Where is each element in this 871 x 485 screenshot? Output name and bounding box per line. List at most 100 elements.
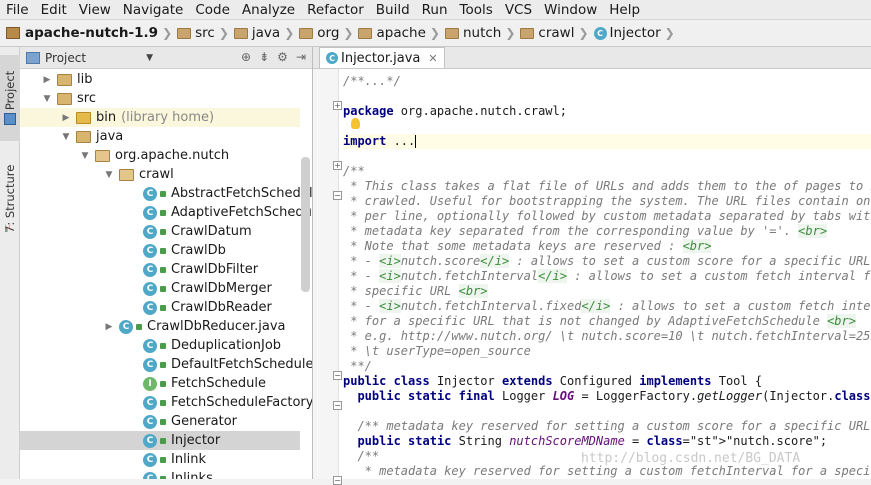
fold-expand-icon[interactable]: + bbox=[333, 101, 342, 110]
breadcrumb-item-org[interactable]: org ❯ bbox=[299, 25, 356, 41]
code-area[interactable]: /**...*/ package org.apache.nutch.crawl; i… bbox=[343, 70, 871, 480]
collapse-arrow-icon[interactable]: ▼ bbox=[80, 151, 90, 161]
tree-item-deduplicationjob[interactable]: C DeduplicationJob bbox=[20, 336, 300, 355]
menu-item-navigate[interactable]: Navigate bbox=[117, 0, 190, 20]
expand-arrow-icon[interactable]: ▶ bbox=[104, 322, 114, 332]
code-line[interactable]: package org.apache.nutch.crawl; bbox=[343, 104, 567, 119]
tree-item-crawldbfilter[interactable]: C CrawlDbFilter bbox=[20, 260, 300, 279]
menu-item-tools[interactable]: Tools bbox=[454, 0, 499, 20]
menu-item-window[interactable]: Window bbox=[538, 0, 603, 20]
code-line[interactable]: /** bbox=[343, 449, 379, 464]
breadcrumb-item-crawl[interactable]: crawl ❯ bbox=[520, 25, 591, 41]
code-line[interactable]: **/ bbox=[343, 359, 372, 374]
project-scrollbar[interactable] bbox=[301, 157, 310, 292]
collapse-arrow-icon[interactable]: ▼ bbox=[61, 132, 71, 142]
fold-collapse-icon[interactable]: − bbox=[333, 401, 342, 410]
menu-item-run[interactable]: Run bbox=[416, 0, 454, 20]
tree-item-abstractfetchschedule[interactable]: C AbstractFetchSchedule bbox=[20, 184, 312, 203]
code-line[interactable]: * - <i>nutch.fetchInterval</i> : allows … bbox=[343, 269, 871, 284]
tree-item-inlinks[interactable]: C Inlinks bbox=[20, 469, 300, 479]
code-line[interactable]: import ... bbox=[343, 134, 871, 149]
code-line[interactable]: * metadata key separated from the corres… bbox=[343, 224, 828, 239]
code-line[interactable]: * e.g. http://www.nutch.org/ \t nutch.sc… bbox=[343, 329, 871, 344]
fold-collapse-icon[interactable]: − bbox=[333, 371, 342, 380]
editor-tabs: C Injector.java ✕ bbox=[313, 47, 871, 69]
tree-item-adaptivefetchschedule[interactable]: C AdaptiveFetchSchedule bbox=[20, 203, 312, 222]
menu-item-edit[interactable]: Edit bbox=[35, 0, 73, 20]
code-line[interactable]: /** bbox=[343, 164, 365, 179]
left-tool-strip: 1: Project 7: Structure ⑂ bbox=[0, 47, 20, 479]
menu-item-build[interactable]: Build bbox=[370, 0, 416, 20]
close-icon[interactable]: ✕ bbox=[428, 52, 437, 65]
code-line[interactable]: * This class takes a flat file of URLs a… bbox=[343, 179, 871, 194]
tree-item-defaultfetchschedule[interactable]: C DefaultFetchSchedule bbox=[20, 355, 312, 374]
module-folder-icon bbox=[6, 27, 20, 39]
access-lock-icon bbox=[160, 475, 166, 479]
code-line[interactable]: public class Injector extends Configured… bbox=[343, 374, 762, 389]
menu-item-refactor[interactable]: Refactor bbox=[301, 0, 370, 20]
tree-item-crawldbreader[interactable]: C CrawlDbReader bbox=[20, 298, 300, 317]
expand-arrow-icon[interactable]: ▶ bbox=[42, 75, 52, 85]
breadcrumb-item-injector[interactable]: C Injector ❯ bbox=[593, 25, 678, 41]
tree-item-java[interactable]: ▼ java bbox=[20, 127, 300, 146]
breadcrumb-item-src[interactable]: src ❯ bbox=[177, 25, 232, 41]
code-line[interactable]: * \t userType=open_source bbox=[343, 344, 531, 359]
code-line[interactable]: * for a specific URL that is not changed… bbox=[343, 314, 856, 329]
menu-item-view[interactable]: View bbox=[73, 0, 117, 20]
code-line[interactable]: * per line, optionally followed by custo… bbox=[343, 209, 871, 224]
menu-item-analyze[interactable]: Analyze bbox=[236, 0, 301, 20]
code-line[interactable]: /**...*/ bbox=[343, 74, 401, 89]
menu-item-code[interactable]: Code bbox=[189, 0, 236, 20]
project-tool-tab[interactable]: 1: Project bbox=[0, 55, 20, 141]
tree-item-src[interactable]: ▼ src bbox=[20, 89, 300, 108]
tree-item-crawldb[interactable]: C CrawlDb bbox=[20, 241, 300, 260]
gear-icon[interactable]: ⚙ bbox=[277, 50, 288, 64]
tab-injector[interactable]: C Injector.java ✕ bbox=[319, 47, 445, 68]
code-line[interactable]: * - <i>nutch.score</i> : allows to set a… bbox=[343, 254, 871, 269]
breadcrumb-item-java[interactable]: java ❯ bbox=[233, 25, 297, 41]
menu-item-file[interactable]: File bbox=[0, 0, 35, 20]
code-line[interactable]: * specific URL <br> bbox=[343, 284, 488, 299]
class-icon: C bbox=[143, 186, 157, 201]
folder-icon bbox=[57, 92, 72, 105]
hide-icon[interactable]: ⇥ bbox=[296, 50, 306, 64]
expand-arrow-icon[interactable]: ▶ bbox=[61, 113, 71, 123]
locate-icon[interactable]: ⊕ bbox=[241, 50, 251, 64]
tree-item-injector[interactable]: C Injector bbox=[20, 431, 300, 450]
fold-expand-icon[interactable]: + bbox=[333, 161, 342, 170]
tree-item-crawl[interactable]: ▼ crawl bbox=[20, 165, 300, 184]
tree-item-bin[interactable]: ▶ bin (library home) bbox=[20, 108, 300, 127]
folder-icon bbox=[76, 130, 91, 143]
folder-icon bbox=[444, 27, 459, 39]
breadcrumb-item-apache-nutch-1-9[interactable]: apache-nutch-1.9 ❯ bbox=[6, 25, 175, 41]
collapse-arrow-icon[interactable]: ▼ bbox=[104, 170, 114, 180]
fold-collapse-icon[interactable]: − bbox=[333, 476, 342, 485]
collapse-arrow-icon[interactable]: ▼ bbox=[42, 94, 52, 104]
code-line[interactable]: * crawled. Useful for bootstrapping the … bbox=[343, 194, 871, 209]
project-panel-title[interactable]: Project bbox=[45, 51, 86, 65]
collapse-icon[interactable]: ⇟ bbox=[259, 50, 269, 64]
tree-item-inlink[interactable]: C Inlink bbox=[20, 450, 300, 469]
tree-item-crawldbmerger[interactable]: C CrawlDbMerger bbox=[20, 279, 300, 298]
code-line[interactable]: public static final Logger LOG = LoggerF… bbox=[343, 389, 871, 404]
tree-item-fetchschedule[interactable]: I FetchSchedule bbox=[20, 374, 300, 393]
project-panel: Project ▼ ⊕ ⇟ ⚙ ⇥ ▶ lib ▼ src ▶ bin (library h… bbox=[20, 47, 313, 479]
code-line[interactable]: * Note that some metadata keys are reser… bbox=[343, 239, 712, 254]
code-line[interactable]: * metadata key reserved for setting a cu… bbox=[343, 464, 871, 479]
menu-item-help[interactable]: Help bbox=[603, 0, 646, 20]
menu-bar: File Edit View Navigate Code Analyze Refactor B… bbox=[0, 0, 871, 20]
tree-item-fetchschedulefactory[interactable]: C FetchScheduleFactory bbox=[20, 393, 312, 412]
breadcrumb-item-nutch[interactable]: nutch ❯ bbox=[444, 25, 518, 41]
tree-item-org-apache-nutch[interactable]: ▼ org.apache.nutch bbox=[20, 146, 300, 165]
tree-item-lib[interactable]: ▶ lib bbox=[20, 70, 300, 89]
code-line[interactable]: public static String nutchScoreMDName = … bbox=[343, 434, 827, 449]
fold-collapse-icon[interactable]: − bbox=[333, 191, 342, 200]
view-mode-dropdown-icon[interactable]: ▼ bbox=[146, 53, 153, 63]
tree-item-crawldatum[interactable]: C CrawlDatum bbox=[20, 222, 300, 241]
code-line[interactable]: * - <i>nutch.fetchInterval.fixed</i> : a… bbox=[343, 299, 871, 314]
tree-item-generator[interactable]: C Generator bbox=[20, 412, 300, 431]
menu-item-vcs[interactable]: VCS bbox=[499, 0, 538, 20]
tree-item-crawldbreducer-java[interactable]: ▶ C CrawlDbReducer.java bbox=[20, 317, 300, 336]
breadcrumb-item-apache[interactable]: apache ❯ bbox=[358, 25, 442, 41]
code-line[interactable]: /** metadata key reserved for setting a … bbox=[343, 419, 871, 434]
